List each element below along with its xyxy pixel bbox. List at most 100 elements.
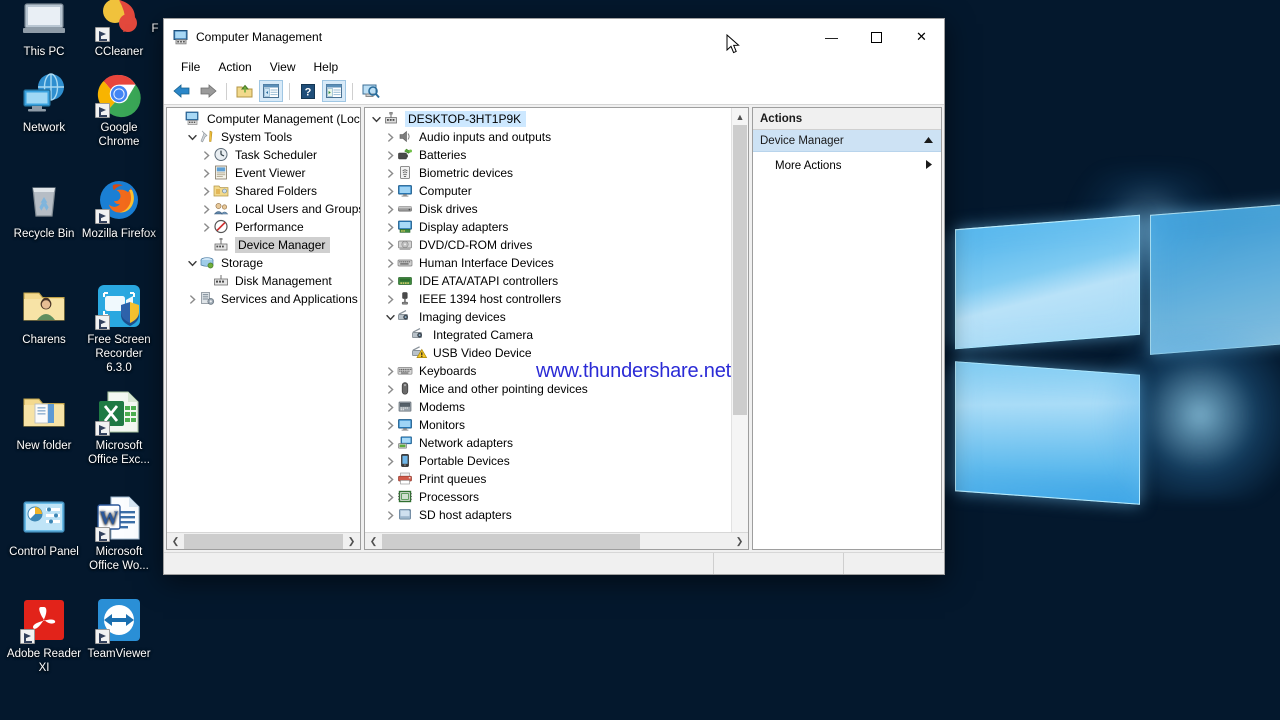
chevron-right-icon[interactable] <box>383 240 397 250</box>
device-tree[interactable]: DESKTOP-3HT1P9K Audio inputs and outputs B… <box>365 108 748 532</box>
scan-for-hardware-changes-button[interactable] <box>359 80 383 102</box>
tree-row[interactable]: Portable Devices <box>365 452 748 470</box>
chevron-right-icon[interactable] <box>383 186 397 196</box>
chevron-right-icon[interactable] <box>383 276 397 286</box>
chevron-right-icon[interactable] <box>383 258 397 268</box>
tree-row[interactable]: SD host adapters <box>365 506 748 524</box>
tree-row[interactable]: DVD/CD-ROM drives <box>365 236 748 254</box>
tree-row[interactable]: Computer <box>365 182 748 200</box>
chevron-right-icon[interactable] <box>199 168 213 178</box>
tree-row[interactable]: Human Interface Devices <box>365 254 748 272</box>
tree-row[interactable]: Display adapters <box>365 218 748 236</box>
tree-row[interactable]: USB Video Device <box>365 344 748 362</box>
minimize-button[interactable]: — <box>809 22 854 52</box>
menu-view[interactable]: View <box>261 58 305 76</box>
desktop-icon-recycle-bin[interactable]: Recycle Bin <box>6 176 82 241</box>
desktop-icon-word[interactable]: W Microsoft Office Wo... <box>81 494 157 573</box>
chevron-down-icon[interactable] <box>383 313 397 322</box>
actions-group-device-manager[interactable]: Device Manager <box>753 130 941 152</box>
device-tree-vscrollbar[interactable]: ▲ ▼ <box>731 108 748 549</box>
desktop-icon-user-folder[interactable]: Charens <box>6 282 82 347</box>
tree-row[interactable]: Local Users and Groups <box>167 200 360 218</box>
desktop-icon-screen-recorder[interactable]: Free Screen Recorder 6.3.0 <box>81 282 157 375</box>
tree-row[interactable]: Keyboards <box>365 362 748 380</box>
collapse-arrow-icon[interactable] <box>923 135 934 147</box>
desktop-icon-computer[interactable]: This PC <box>6 0 82 59</box>
scroll-left-icon-2[interactable]: ❮ <box>365 533 382 550</box>
console-tree-hscroll-track[interactable] <box>184 533 343 550</box>
chevron-right-icon[interactable] <box>383 222 397 232</box>
help-button[interactable]: ? <box>296 80 320 102</box>
desktop-icon-folder[interactable]: New folder <box>6 388 82 453</box>
device-tree-vscroll-thumb[interactable] <box>733 125 747 415</box>
chevron-right-icon[interactable] <box>383 420 397 430</box>
tree-row[interactable]: IEEE 1394 host controllers <box>365 290 748 308</box>
tree-row[interactable]: Print queues <box>365 470 748 488</box>
action-more-actions[interactable]: More Actions <box>753 156 941 176</box>
menu-file[interactable]: File <box>172 58 209 76</box>
desktop-icon-firefox[interactable]: Mozilla Firefox <box>81 176 157 241</box>
scroll-left-icon[interactable]: ❮ <box>167 533 184 550</box>
close-button[interactable]: ✕ <box>899 22 944 52</box>
tree-row[interactable]: Computer Management (Local <box>167 110 360 128</box>
chevron-right-icon[interactable] <box>383 384 397 394</box>
chevron-right-icon[interactable] <box>199 150 213 160</box>
device-tree-hscrollbar[interactable]: ❮ ❯ <box>365 532 748 549</box>
chevron-right-icon[interactable] <box>383 474 397 484</box>
tree-row[interactable]: Device Manager <box>167 236 360 254</box>
chevron-right-icon[interactable] <box>383 492 397 502</box>
desktop-icon-network[interactable]: Network <box>6 70 82 135</box>
chevron-down-icon[interactable] <box>369 115 383 124</box>
tree-row[interactable]: Integrated Camera <box>365 326 748 344</box>
tree-row[interactable]: Processors <box>365 488 748 506</box>
tree-row[interactable]: Event Viewer <box>167 164 360 182</box>
chevron-down-icon[interactable] <box>185 259 199 268</box>
menu-help[interactable]: Help <box>305 58 348 76</box>
tree-row[interactable]: Services and Applications <box>167 290 360 308</box>
tree-row[interactable]: Monitors <box>365 416 748 434</box>
device-tree-hscroll-thumb[interactable] <box>382 533 640 549</box>
tree-row[interactable]: Mice and other pointing devices <box>365 380 748 398</box>
console-tree-hscrollbar[interactable]: ❮ ❯ <box>167 532 360 549</box>
tree-row[interactable]: Disk Management <box>167 272 360 290</box>
chevron-right-icon[interactable] <box>383 366 397 376</box>
tree-row[interactable]: Shared Folders <box>167 182 360 200</box>
tree-row[interactable]: Storage <box>167 254 360 272</box>
chevron-right-icon[interactable] <box>199 222 213 232</box>
device-tree-vscroll-track[interactable] <box>732 125 748 532</box>
scroll-right-icon[interactable]: ❯ <box>343 533 360 550</box>
chevron-right-icon[interactable] <box>199 186 213 196</box>
desktop-icon-teamviewer[interactable]: TeamViewer <box>81 596 157 661</box>
chevron-down-icon[interactable] <box>185 133 199 142</box>
tree-row[interactable]: Network adapters <box>365 434 748 452</box>
tree-row[interactable]: Disk drives <box>365 200 748 218</box>
maximize-button[interactable] <box>854 22 899 52</box>
back-button[interactable] <box>170 80 194 102</box>
menu-action[interactable]: Action <box>209 58 260 76</box>
desktop-icon-adobe-reader[interactable]: Adobe Reader XI <box>6 596 82 675</box>
tree-row[interactable]: System Tools <box>167 128 360 146</box>
tree-row[interactable]: Task Scheduler <box>167 146 360 164</box>
chevron-right-icon[interactable] <box>383 150 397 160</box>
show-hide-action-pane-button[interactable] <box>322 80 346 102</box>
chevron-right-icon[interactable] <box>383 438 397 448</box>
window-titlebar[interactable]: Computer Management — ✕ <box>164 19 944 56</box>
desktop-icon-chrome[interactable]: Google Chrome <box>81 70 157 149</box>
desktop-icon-control-panel[interactable]: Control Panel <box>6 494 82 559</box>
console-tree[interactable]: Computer Management (Local System Tools Ta… <box>167 108 360 532</box>
tree-row[interactable]: Batteries <box>365 146 748 164</box>
chevron-right-icon[interactable] <box>199 204 213 214</box>
chevron-right-icon[interactable] <box>383 402 397 412</box>
chevron-right-icon[interactable] <box>383 456 397 466</box>
chevron-right-icon[interactable] <box>383 168 397 178</box>
show-hide-console-tree-button[interactable] <box>259 80 283 102</box>
forward-button[interactable] <box>196 80 220 102</box>
tree-row[interactable]: Imaging devices <box>365 308 748 326</box>
console-tree-hscroll-thumb[interactable] <box>184 533 343 549</box>
device-tree-hscroll-track[interactable] <box>382 533 731 550</box>
tree-row[interactable]: Modems <box>365 398 748 416</box>
chevron-right-icon[interactable] <box>383 204 397 214</box>
tree-row[interactable]: DESKTOP-3HT1P9K <box>365 110 748 128</box>
tree-row[interactable]: IDE ATA/ATAPI controllers <box>365 272 748 290</box>
up-one-level-button[interactable] <box>233 80 257 102</box>
